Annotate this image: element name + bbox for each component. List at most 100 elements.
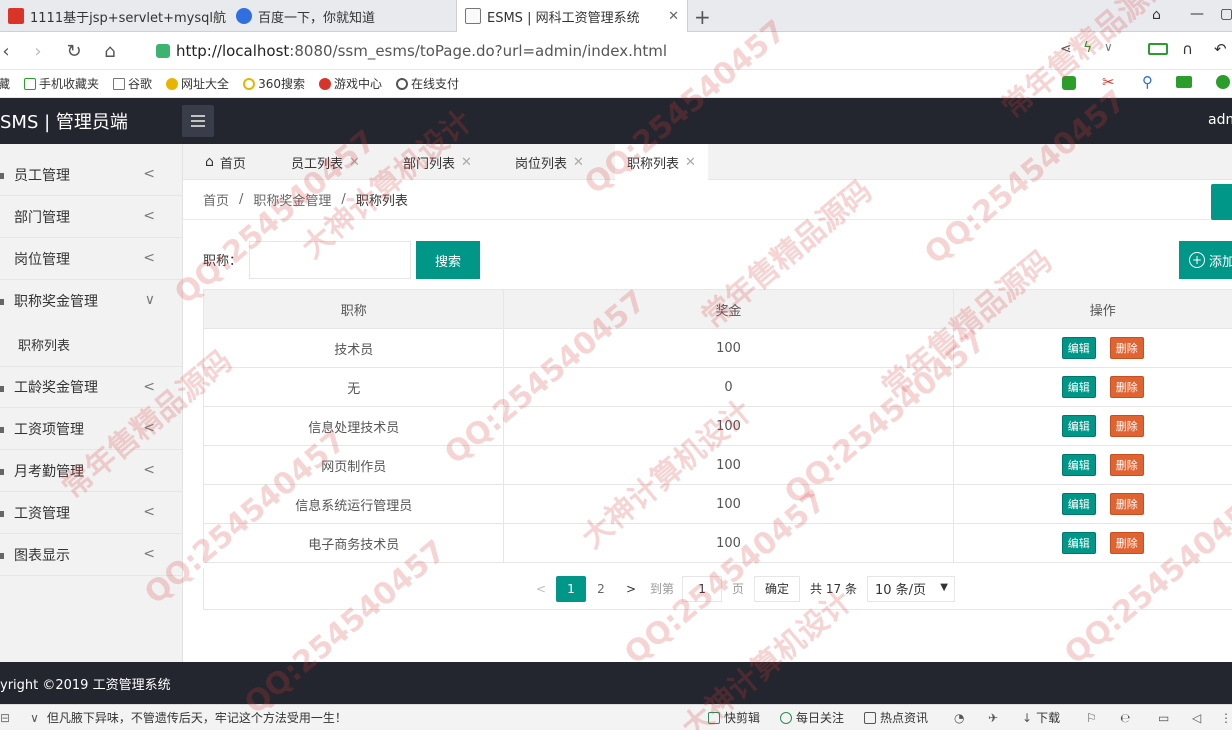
translate-icon[interactable] <box>1062 76 1076 90</box>
sidebar-item-position[interactable]: 岗位管理 < <box>0 238 183 280</box>
search-input[interactable] <box>249 241 411 279</box>
headphones-icon[interactable]: ∩ <box>1182 40 1193 58</box>
lightning-icon[interactable]: ϟ <box>1083 40 1092 56</box>
menu-toggle-button[interactable] <box>182 105 214 137</box>
speed-icon[interactable]: ◔ <box>954 711 964 725</box>
new-tab-button[interactable]: + <box>694 5 711 29</box>
shirt-icon[interactable]: ⌂ <box>1152 7 1161 23</box>
sidebar-item-attendance[interactable]: 月考勤管理 < <box>0 450 183 492</box>
sidebar-item-salary[interactable]: 工资管理 < <box>0 492 183 534</box>
forward-icon[interactable]: › <box>26 39 50 63</box>
share-icon[interactable]: ⋖ <box>1060 41 1072 57</box>
sidebar-item-charts[interactable]: 图表显示 < <box>0 534 183 576</box>
tab-department-list[interactable]: 部门列表 ✕ <box>391 144 484 180</box>
back-icon[interactable]: ‹ <box>0 39 18 63</box>
chevron-left-icon: < <box>143 166 155 182</box>
page-2-button[interactable]: 2 <box>586 576 616 602</box>
tab-home[interactable]: ⌂ 首页 <box>193 144 258 180</box>
delete-button[interactable]: 删除 <box>1109 454 1144 476</box>
ie-icon[interactable]: ℮ <box>1120 711 1130 725</box>
goto-page-input[interactable]: 1 <box>682 575 723 602</box>
address-bar[interactable]: http://localhost:8080/ssm_esms/toPage.do… <box>156 38 1036 64</box>
bookmark-360search[interactable]: 360搜索 <box>243 75 305 92</box>
reload-icon[interactable]: ↻ <box>62 39 86 63</box>
delete-button[interactable]: 删除 <box>1109 337 1144 359</box>
edit-button[interactable]: 编辑 <box>1061 454 1096 476</box>
bullet-icon <box>0 469 4 475</box>
bookmark-hao123[interactable]: 网址大全 <box>166 75 229 92</box>
status-hotnews[interactable]: 热点资讯 <box>864 709 928 726</box>
status-download[interactable]: ↓ 下载 <box>1022 709 1060 726</box>
browser-tab-2[interactable]: 百度一下，你就知道 <box>228 0 454 32</box>
tab-position-list[interactable]: 岗位列表 ✕ <box>503 144 596 180</box>
edit-button[interactable]: 编辑 <box>1061 337 1096 359</box>
add-button[interactable]: + 添加 <box>1179 241 1232 279</box>
breadcrumb-home[interactable]: 首页 <box>203 190 229 209</box>
sidebar-subitem-title-list[interactable]: 职称列表 <box>0 324 183 364</box>
battery-icon[interactable] <box>1148 43 1168 55</box>
news-ticker[interactable]: 但凡腋下异味，不管遗传后天，牢记这个方法受用一生！ <box>47 709 347 726</box>
pin-icon[interactable]: ✈ <box>988 711 998 725</box>
gamepad-icon[interactable] <box>1176 76 1192 88</box>
status-daily[interactable]: 每日关注 <box>780 709 844 726</box>
browser-tab-3[interactable]: ESMS | 网科工资管理系统 ✕ <box>456 0 688 32</box>
bookmark-pay[interactable]: 在线支付 <box>395 75 459 92</box>
edit-button[interactable]: 编辑 <box>1061 376 1096 398</box>
flag-icon[interactable]: ⚐ <box>1086 711 1097 725</box>
bookmark-google[interactable]: 谷歌 <box>113 75 152 92</box>
sidebar-item-seniority-bonus[interactable]: 工龄奖金管理 < <box>0 366 183 408</box>
page-1-button[interactable]: 1 <box>556 575 586 602</box>
window-icon[interactable]: ▭ <box>1158 711 1169 725</box>
browser-tab-1[interactable]: 1111基于jsp+servlet+mysql航 <box>0 0 226 32</box>
chevron-down-icon[interactable]: ∨ <box>1104 40 1113 54</box>
more-icon[interactable]: ⋮ <box>1220 711 1232 725</box>
sidebar-item-department[interactable]: 部门管理 < <box>0 196 183 238</box>
refresh-button[interactable] <box>1211 184 1232 220</box>
chevron-left-icon: < <box>143 379 155 395</box>
bookmark-mobile[interactable]: 手机收藏夹 <box>24 75 99 92</box>
delete-button[interactable]: 删除 <box>1109 532 1144 554</box>
close-icon[interactable]: ✕ <box>461 155 472 170</box>
edit-button[interactable]: 编辑 <box>1061 493 1096 515</box>
search-button[interactable]: 搜索 <box>416 241 480 279</box>
user-name[interactable]: adm <box>1208 112 1232 128</box>
delete-button[interactable]: 删除 <box>1109 376 1144 398</box>
search-icon[interactable]: ⚲ <box>1142 73 1153 91</box>
yen-icon[interactable] <box>1216 75 1230 89</box>
scissors-icon[interactable]: ✂ <box>1102 73 1115 91</box>
undo-icon[interactable]: ↶ <box>1214 40 1227 58</box>
next-page-button[interactable]: > <box>616 576 646 602</box>
bullet-icon <box>0 427 4 433</box>
page-size-select[interactable]: 10 条/页 ▼ <box>866 575 955 602</box>
tab-employee-list[interactable]: 员工列表 ✕ <box>279 144 372 180</box>
maximize-icon[interactable]: ▢ <box>1220 6 1232 22</box>
bookmark-favorites[interactable]: 藏 <box>0 75 10 92</box>
status-clip[interactable]: 快剪辑 <box>708 709 760 726</box>
volume-icon[interactable]: ◁ <box>1192 711 1201 725</box>
tab-title-list[interactable]: 职称列表 ✕ <box>615 144 708 180</box>
close-icon[interactable]: ✕ <box>349 155 360 170</box>
total-count: 共 17 条 <box>810 582 857 596</box>
close-icon[interactable]: ✕ <box>685 155 696 170</box>
sidebar-item-title-bonus[interactable]: 职称奖金管理 ∨ <box>0 280 183 322</box>
edit-button[interactable]: 编辑 <box>1061 415 1096 437</box>
delete-button[interactable]: 删除 <box>1109 415 1144 437</box>
close-tab-icon[interactable]: ✕ <box>668 9 679 24</box>
breadcrumb-title-bonus[interactable]: 职称奖金管理 <box>253 190 331 209</box>
cell-bonus: 100 <box>504 329 954 367</box>
cell-bonus: 100 <box>504 407 954 445</box>
minimize-icon[interactable]: — <box>1190 6 1204 22</box>
breadcrumb-separator: / <box>239 192 244 207</box>
bullet-icon <box>0 299 4 305</box>
delete-button[interactable]: 删除 <box>1109 493 1144 515</box>
sidebar-item-employee[interactable]: 员工管理 < <box>0 154 183 196</box>
home-icon[interactable]: ⌂ <box>98 39 122 63</box>
close-icon[interactable]: ✕ <box>573 155 584 170</box>
home-icon: ⌂ <box>205 154 214 170</box>
bookmark-games[interactable]: 游戏中心 <box>318 75 382 92</box>
prev-page-button[interactable]: < <box>526 576 556 602</box>
table-header: 职称 奖金 操作 <box>204 290 1232 329</box>
goto-confirm-button[interactable]: 确定 <box>754 575 801 602</box>
edit-button[interactable]: 编辑 <box>1061 532 1096 554</box>
sidebar-item-salary-items[interactable]: 工资项管理 < <box>0 408 183 450</box>
